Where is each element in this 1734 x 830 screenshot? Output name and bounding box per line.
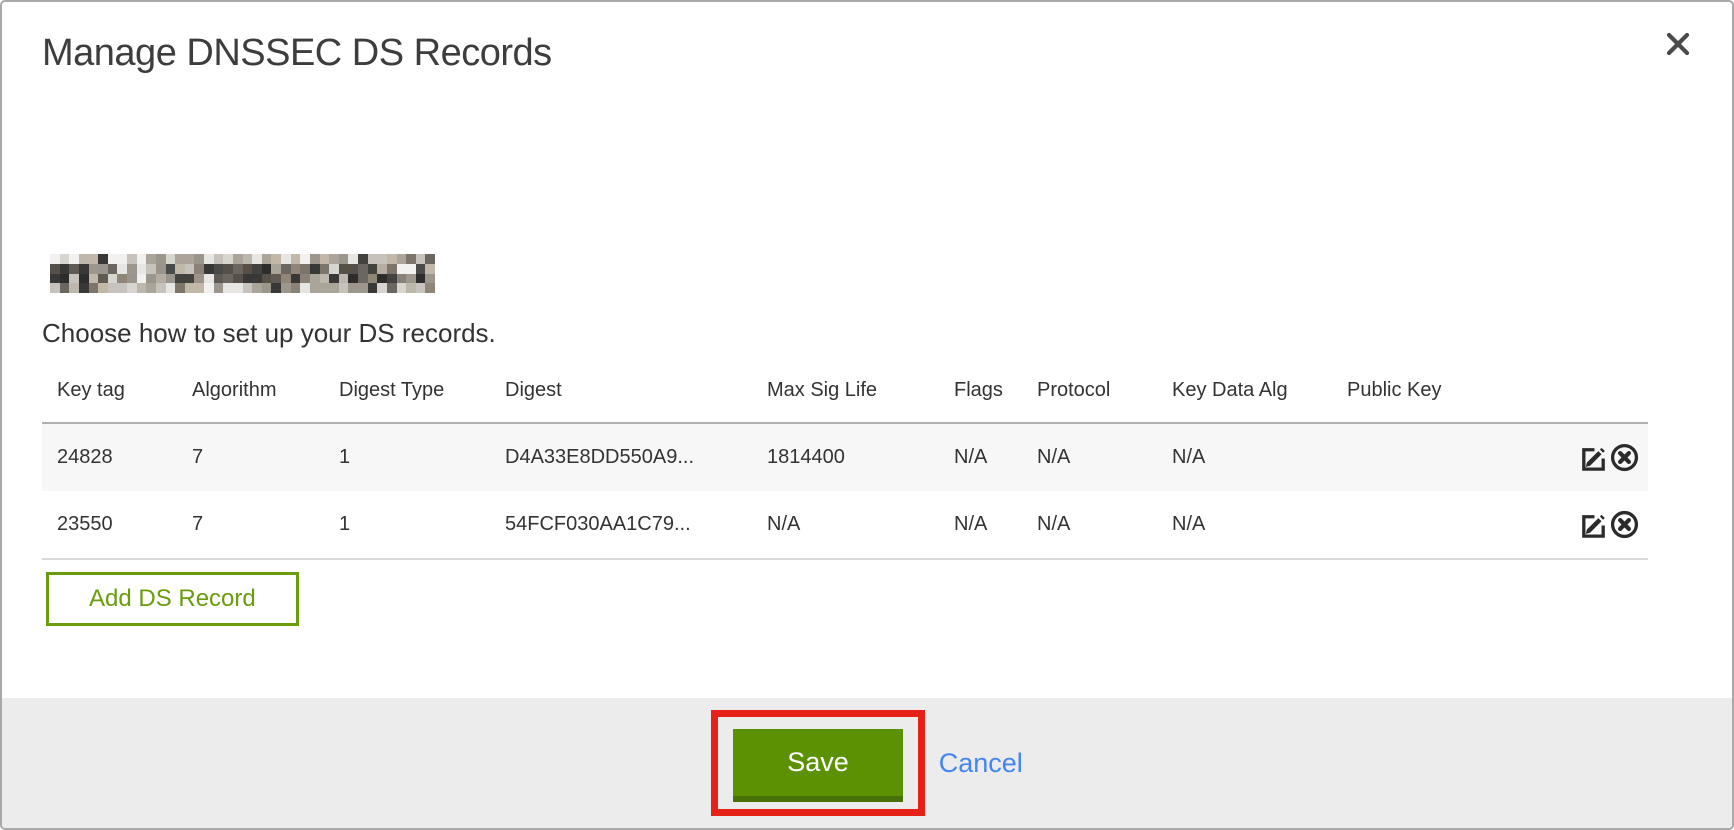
column-header-max-sig-life: Max Sig Life <box>752 368 939 423</box>
cell-algorithm: 7 <box>177 491 324 559</box>
cell-digest-type: 1 <box>324 491 490 559</box>
cell-actions <box>1532 423 1648 491</box>
column-header-digest-type: Digest Type <box>324 368 490 423</box>
cell-actions <box>1532 491 1648 559</box>
column-header-algorithm: Algorithm <box>177 368 324 423</box>
redacted-domain-name <box>50 254 435 293</box>
cell-protocol: N/A <box>1022 491 1157 559</box>
delete-record-icon[interactable] <box>1609 442 1640 473</box>
column-header-public-key: Public Key <box>1332 368 1532 423</box>
cell-key-tag: 23550 <box>42 491 177 559</box>
add-ds-record-button[interactable]: Add DS Record <box>46 572 299 626</box>
cell-digest: D4A33E8DD550A9... <box>490 423 752 491</box>
cell-protocol: N/A <box>1022 423 1157 491</box>
cell-flags: N/A <box>939 423 1022 491</box>
column-header-key-tag: Key tag <box>42 368 177 423</box>
cell-algorithm: 7 <box>177 423 324 491</box>
edit-record-icon[interactable] <box>1578 509 1609 540</box>
column-header-digest: Digest <box>490 368 752 423</box>
column-header-actions <box>1532 368 1648 423</box>
column-header-key-data-alg: Key Data Alg <box>1157 368 1332 423</box>
close-button[interactable] <box>1660 26 1696 62</box>
ds-records-table: Key tag Algorithm Digest Type Digest Max… <box>42 368 1648 560</box>
table-row: 23550 7 1 54FCF030AA1C79... N/A N/A N/A … <box>42 491 1648 559</box>
instruction-text: Choose how to set up your DS records. <box>42 318 496 349</box>
cell-key-data-alg: N/A <box>1157 491 1332 559</box>
dialog-footer: Save Cancel <box>2 698 1732 828</box>
cell-flags: N/A <box>939 491 1022 559</box>
cancel-link[interactable]: Cancel <box>939 748 1023 779</box>
cell-key-tag: 24828 <box>42 423 177 491</box>
dialog-title: Manage DNSSEC DS Records <box>42 32 552 75</box>
cell-public-key <box>1332 423 1532 491</box>
save-button[interactable]: Save <box>733 729 903 802</box>
cell-max-sig-life: N/A <box>752 491 939 559</box>
cell-key-data-alg: N/A <box>1157 423 1332 491</box>
cell-public-key <box>1332 491 1532 559</box>
cell-max-sig-life: 1814400 <box>752 423 939 491</box>
cell-digest-type: 1 <box>324 423 490 491</box>
table-row: 24828 7 1 D4A33E8DD550A9... 1814400 N/A … <box>42 423 1648 491</box>
red-annotation-highlight: Save <box>711 710 925 816</box>
delete-record-icon[interactable] <box>1609 509 1640 540</box>
table-header-row: Key tag Algorithm Digest Type Digest Max… <box>42 368 1648 423</box>
cell-digest: 54FCF030AA1C79... <box>490 491 752 559</box>
edit-record-icon[interactable] <box>1578 442 1609 473</box>
close-icon <box>1665 31 1691 57</box>
column-header-protocol: Protocol <box>1022 368 1157 423</box>
column-header-flags: Flags <box>939 368 1022 423</box>
manage-dnssec-dialog: Manage DNSSEC DS Records Choose how to s… <box>0 0 1734 830</box>
